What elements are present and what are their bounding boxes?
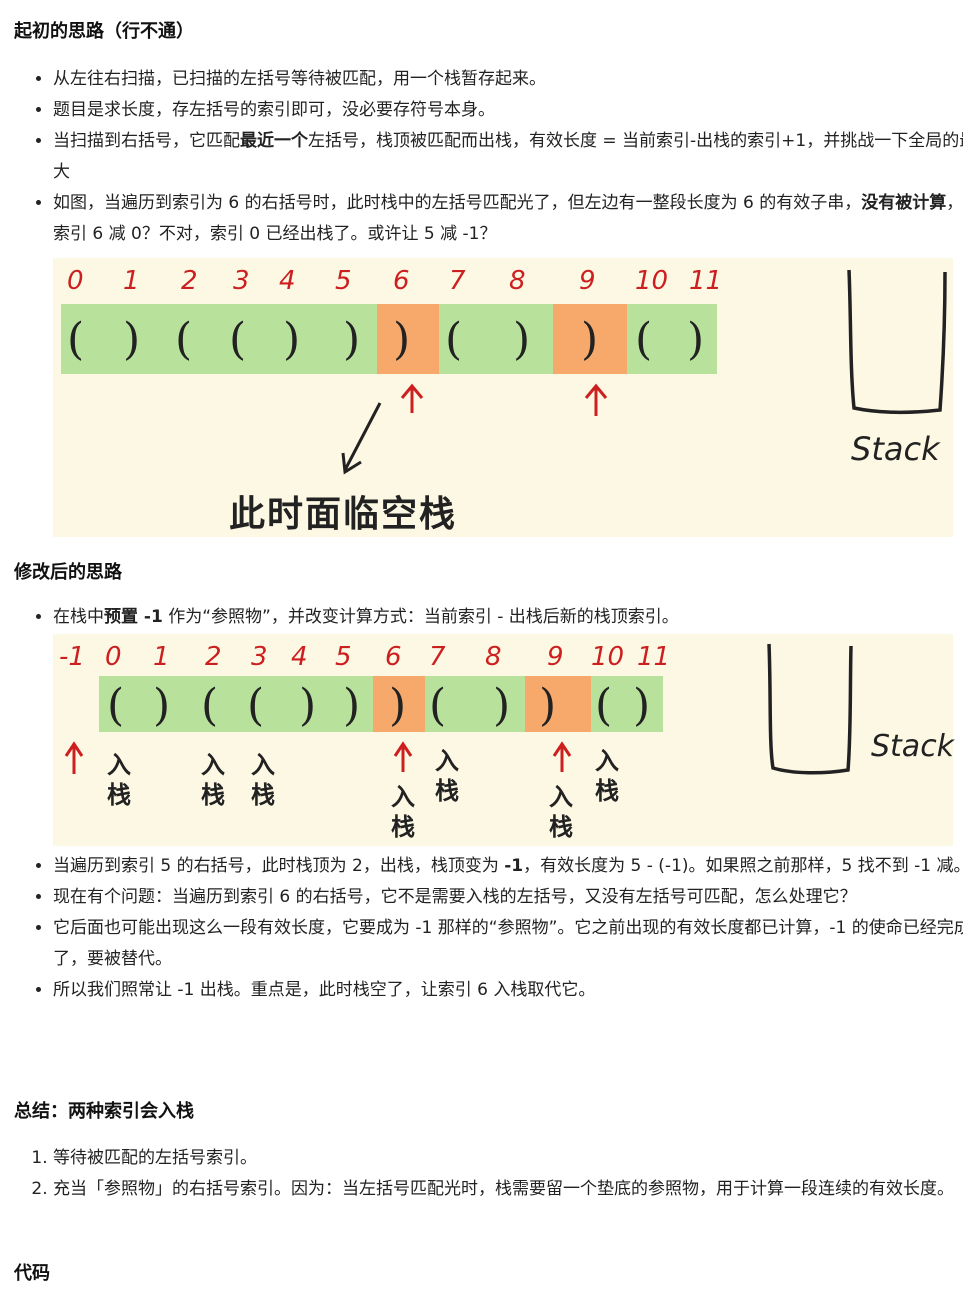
revised-explanation-list: 当遍历到索引 5 的右括号，此时栈顶为 2，出栈，栈顶变为 -1，有效长度为 5… [14,851,963,1006]
figure-drawing [341,269,947,475]
stack-drawing [847,269,947,415]
initial-idea-list: 从左往右扫描，已扫描的左括号等待被匹配，用一个栈暂存起来。 题目是求长度，存左括… [14,64,963,250]
list-item: 题目是求长度，存左括号的索引即可，没必要存符号本身。 [53,95,963,126]
up-arrow-index-minus-1 [64,741,84,774]
heading-revised-idea: 修改后的思路 [14,562,122,583]
summary-list: 等待被匹配的左括号索引。 充当「参照物」的右括号索引。因为：当左括号匹配光时，栈… [14,1143,963,1205]
list-item: 当遍历到索引 5 的右括号，此时栈顶为 2，出栈，栈顶变为 -1，有效长度为 5… [53,851,963,882]
stack-drawing [767,643,853,775]
article: 起初的思路（行不通） 从左往右扫描，已扫描的左括号等待被匹配，用一个栈暂存起来。… [0,0,963,1300]
stack-label: Stack [851,430,940,468]
push-label: 入栈 [549,783,573,841]
figure-caption: 此时面临空栈 [229,494,458,535]
list-item: 等待被匹配的左括号索引。 [53,1143,963,1174]
list-item: 充当「参照物」的右括号索引。因为：当左括号匹配光时，栈需要留一个垫底的参照物，用… [53,1174,963,1205]
down-arrow [341,402,382,475]
heading-initial-idea: 起初的思路（行不通） [14,21,194,42]
figure-drawing [64,643,853,775]
up-arrow-index-9 [552,741,572,772]
list-item: 如图，当遍历到索引为 6 的右括号时，此时栈中的左括号匹配光了，但左边有一整段长… [53,188,963,250]
push-label: 入栈 [391,783,415,841]
list-item: 所以我们照常让 -1 出栈。重点是，此时栈空了，让索引 6 入栈取代它。 [53,975,963,1006]
up-arrow-index-6 [393,741,413,772]
push-label: 入栈 [201,751,225,809]
list-item: 现在有个问题：当遍历到索引 6 的右括号，它不是需要入栈的左括号，又没有左括号可… [53,882,963,913]
push-label: 入栈 [107,751,131,809]
figure-initial-stack: 0 1 2 3 4 5 6 7 8 9 10 11 ()(()))())() Stack 此时面临空栈 [53,258,953,537]
push-label: 入栈 [251,751,275,809]
up-arrow-index-6 [400,383,424,413]
heading-code: 代码 [14,1263,50,1284]
list-item: 从左往右扫描，已扫描的左括号等待被匹配，用一个栈暂存起来。 [53,64,963,95]
stack-label: Stack [871,729,955,764]
up-arrow-index-9 [584,383,608,416]
push-label: 入栈 [595,747,619,805]
list-item: 在栈中预置 -1 作为“参照物”，并改变计算方式：当前索引 - 出栈后新的栈顶索… [53,602,963,633]
list-item: 当扫描到右括号，它匹配最近一个左括号，栈顶被匹配而出栈，有效长度 = 当前索引-… [53,126,963,188]
figure-revised-stack: -1 0 1 2 3 4 5 6 7 8 9 10 11 ()(()))())() 入栈 入栈 入栈 入栈 入栈… [53,634,955,846]
heading-summary: 总结：两种索引会入栈 [14,1101,194,1122]
list-item: 它后面也可能出现这么一段有效长度，它要成为 -1 那样的“参照物”。它之前出现的… [53,913,963,975]
revised-idea-list: 在栈中预置 -1 作为“参照物”，并改变计算方式：当前索引 - 出栈后新的栈顶索… [14,602,963,633]
push-label: 入栈 [435,747,459,805]
